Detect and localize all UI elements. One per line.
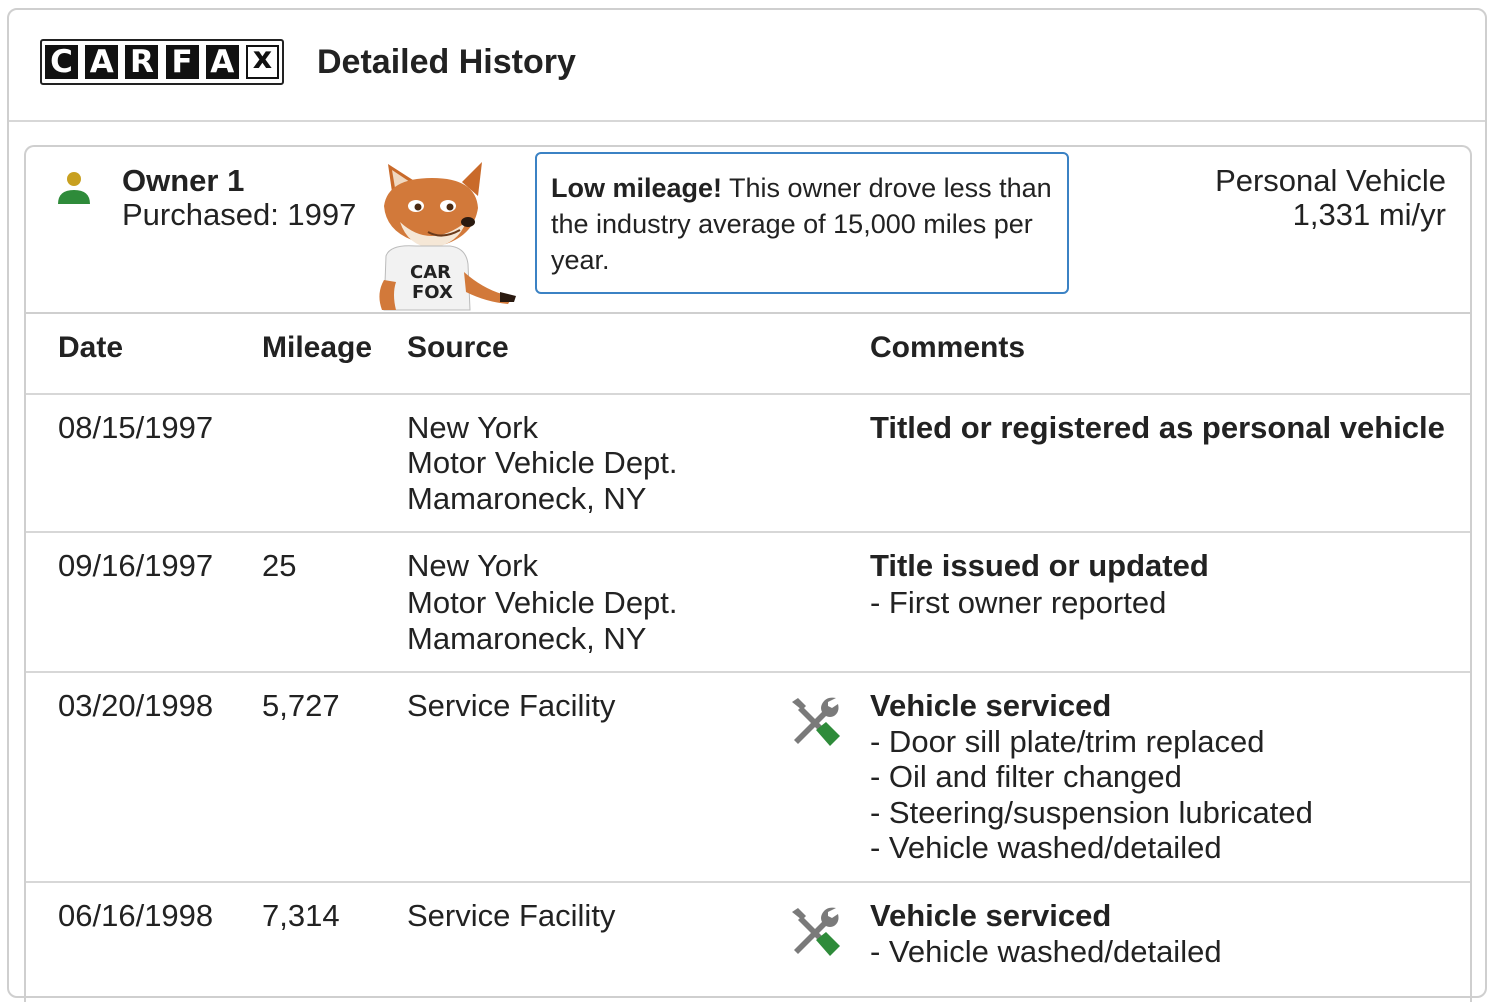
row-date: 08/15/1997 xyxy=(58,410,214,445)
row-divider xyxy=(26,881,1470,883)
page-title: Detailed History xyxy=(317,43,576,81)
column-header-comments: Comments xyxy=(870,331,1026,364)
column-header-date: Date xyxy=(58,331,124,364)
logo-letter: C xyxy=(45,44,78,80)
row-comment-title: Title issued or updated xyxy=(870,548,1209,583)
row-comment-title: Vehicle serviced xyxy=(870,688,1112,723)
row-source-line: New York xyxy=(407,548,538,583)
low-mileage-note: Low mileage! This owner drove less than … xyxy=(535,152,1069,294)
row-divider xyxy=(26,531,1470,533)
column-header-mileage: Mileage xyxy=(262,331,373,364)
owner-purchase-year: Purchased: 1997 xyxy=(122,197,357,232)
carfax-logo: C A R F A x xyxy=(40,39,284,85)
row-divider xyxy=(26,671,1470,673)
row-date: 06/16/1998 xyxy=(58,898,214,933)
row-comment-item: - Oil and filter changed xyxy=(870,759,1182,794)
miles-per-year: 1,331 mi/yr xyxy=(1292,197,1446,232)
row-source-line: Mamaroneck, NY xyxy=(407,481,647,516)
logo-letter: A xyxy=(205,44,239,80)
person-icon xyxy=(58,172,90,204)
row-comment-item: - Vehicle washed/detailed xyxy=(870,830,1222,865)
row-mileage: 25 xyxy=(262,548,297,583)
row-mileage: 7,314 xyxy=(262,898,340,933)
logo-letter: F xyxy=(165,44,199,80)
tools-icon xyxy=(792,697,840,746)
row-comment-item: - Steering/suspension lubricated xyxy=(870,795,1313,830)
logo-letter: x xyxy=(245,41,279,79)
row-source-line: Service Facility xyxy=(407,688,616,723)
vehicle-type: Personal Vehicle xyxy=(1215,163,1446,198)
row-source-line: Motor Vehicle Dept. xyxy=(407,585,678,620)
row-comment-item: - Door sill plate/trim replaced xyxy=(870,724,1265,759)
row-mileage: 5,727 xyxy=(262,688,340,723)
row-source-line: New York xyxy=(407,410,538,445)
row-comment-title: Titled or registered as personal vehicle xyxy=(870,410,1445,445)
row-comment-item: - Vehicle washed/detailed xyxy=(870,934,1222,969)
row-source-line: Mamaroneck, NY xyxy=(407,621,647,656)
row-date: 09/16/1997 xyxy=(58,548,214,583)
row-date: 03/20/1998 xyxy=(58,688,214,723)
tools-icon xyxy=(792,907,840,956)
report-header: C A R F A x Detailed History xyxy=(9,10,1485,122)
note-highlight: Low mileage! xyxy=(551,173,723,203)
row-comment-title: Vehicle serviced xyxy=(870,898,1112,933)
carfox-mascot-icon: CAR FOX xyxy=(379,162,516,311)
logo-letter: R xyxy=(125,44,159,80)
row-source-line: Motor Vehicle Dept. xyxy=(407,445,678,480)
mascot-shirt-text: CAR xyxy=(410,262,451,283)
logo-letter: A xyxy=(85,44,119,80)
column-header-source: Source xyxy=(407,331,509,364)
owner-name: Owner 1 xyxy=(122,163,245,198)
row-comment-item: - First owner reported xyxy=(870,585,1167,620)
row-source-line: Service Facility xyxy=(407,898,616,933)
row-divider xyxy=(26,393,1470,395)
svg-text:FOX: FOX xyxy=(412,282,453,303)
